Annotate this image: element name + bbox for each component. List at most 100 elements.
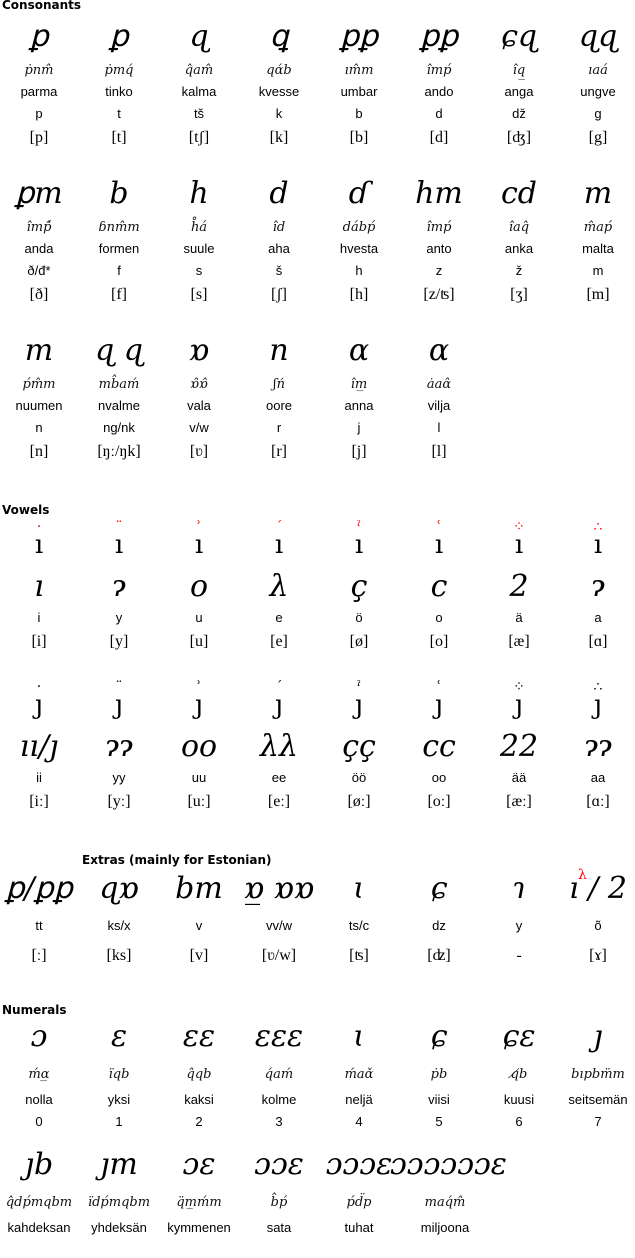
latin-letter: m bbox=[592, 263, 604, 278]
tengwa-nwalme-icon: ɋ ɋ bbox=[95, 333, 143, 368]
tengwar-name: ḿɑ̲ bbox=[28, 1067, 50, 1082]
ipa-value: [tʃ] bbox=[188, 129, 210, 146]
extra-cell: ꝑ/ꝑꝑ tt [ː] bbox=[0, 872, 79, 974]
consonant-cell: m m̂aṕ malta m [m] bbox=[558, 177, 635, 313]
tengwar-name: dábṕ bbox=[342, 220, 376, 235]
ipa-value: [i] bbox=[31, 633, 47, 650]
numeral-cell: ɛɛ q̂qb kaksi 2 bbox=[159, 1020, 239, 1134]
letter-name: vala bbox=[187, 398, 211, 413]
ipa-value: [k] bbox=[269, 129, 289, 146]
tengwa-otilde-icon: ı / 2 bbox=[569, 871, 627, 906]
letter-name: nuumen bbox=[15, 398, 63, 413]
vowel-glyph-icon: o bbox=[189, 569, 209, 604]
latin-letter: ng/nk bbox=[103, 420, 135, 435]
vowel-cell: ⁘ ȷ 22 ää [æː] bbox=[479, 680, 559, 820]
doubling-bar-icon: ꝑ/ꝑꝑ bbox=[5, 871, 73, 906]
letter-name: ungve bbox=[580, 84, 616, 99]
latin-letter: k bbox=[275, 106, 283, 121]
ipa-value: [ø] bbox=[349, 633, 369, 650]
letter-name: dz bbox=[432, 918, 446, 933]
numeral-cell: ɩ ḿaɑ̌ neljä 4 bbox=[319, 1020, 399, 1134]
letter-name: umbar bbox=[340, 84, 378, 99]
tengwa-v-icon: bm bbox=[175, 871, 223, 906]
letter-name: vilja bbox=[427, 398, 451, 413]
letter-name: ks/x bbox=[107, 918, 131, 933]
vowel-glyph-icon: ɂɂ bbox=[105, 729, 133, 764]
latin-letter: g bbox=[594, 106, 602, 121]
ipa-value: [ʒ] bbox=[510, 286, 528, 303]
vowel-letter: y bbox=[115, 610, 123, 625]
vowel-glyph-icon: 2 bbox=[509, 569, 529, 604]
ipa-value: [ʋ] bbox=[189, 443, 209, 460]
extra-cell: ɒ̲ ɒɒ vv/w [ʋ/w] bbox=[239, 872, 319, 974]
tengwar-name: maq́m̂ bbox=[424, 1195, 466, 1210]
latin-letter: f bbox=[117, 263, 121, 278]
letter-name: oore bbox=[265, 398, 293, 413]
tengwar-name: ım̂m bbox=[344, 63, 374, 78]
ipa-value: [æː] bbox=[506, 793, 532, 810]
consonant-cell: ɕɋ îq̲ anga dž [ʤ] bbox=[479, 20, 559, 156]
letter-name: tinko bbox=[105, 84, 133, 99]
numeral-cell: ɔ ḿɑ̲ nolla 0 bbox=[0, 1020, 79, 1134]
tengwar-name: q̂am̂ bbox=[184, 63, 214, 78]
tehta-icon: λ bbox=[578, 867, 587, 883]
tengwa-ando-icon: ꝑꝑ bbox=[419, 19, 459, 54]
tengwar-name: b̂ṕ bbox=[270, 1195, 288, 1210]
letter-name: anga bbox=[504, 84, 534, 99]
vowel-letter: ii bbox=[36, 770, 42, 785]
vowel-letter: ää bbox=[511, 770, 527, 785]
ipa-value: [y] bbox=[109, 633, 129, 650]
ipa-value: [f] bbox=[111, 286, 127, 303]
consonant-cell: h h̊á suule s [s] bbox=[159, 177, 239, 313]
number-name: kolme bbox=[261, 1092, 297, 1107]
numeral-cell: ɛɛɛ q́aḿ kolme 3 bbox=[239, 1020, 319, 1134]
carrier-icon: ı bbox=[114, 530, 124, 560]
vowel-letter: u bbox=[195, 610, 203, 625]
ipa-value: [h] bbox=[349, 286, 369, 303]
ipa-value: [ʃ] bbox=[271, 286, 287, 303]
number-value: 2 bbox=[195, 1114, 203, 1129]
ipa-value: [ɑː] bbox=[586, 793, 610, 810]
number-name: seitsemän bbox=[568, 1092, 628, 1107]
latin-letter: ð/đ* bbox=[27, 263, 51, 278]
tengwa-aha-icon: d bbox=[269, 176, 289, 211]
vowel-cell: ¨ ı ɂ y [y] bbox=[79, 520, 159, 660]
ipa-value: [iː] bbox=[29, 793, 49, 810]
number-name: yksi bbox=[107, 1092, 131, 1107]
vowel-glyph-icon: ç bbox=[350, 569, 368, 604]
ipa-value: [ð] bbox=[29, 286, 49, 303]
carrier-icon: ı bbox=[34, 530, 44, 560]
latin-letter: h bbox=[355, 263, 363, 278]
vowel-cell: ∴ ȷ ɂɂ aa [ɑː] bbox=[558, 680, 635, 820]
extra-cell: λı / 2 õ [ɤ] bbox=[558, 868, 635, 974]
carrier-icon: ı bbox=[354, 530, 364, 560]
carrier-icon: ȷ bbox=[354, 690, 364, 720]
numeral-cell: ȷm ïdṕmqbm yhdeksän bbox=[79, 1148, 159, 1240]
ipa-value: [ʋ/w] bbox=[261, 947, 297, 964]
number-value: 6 bbox=[515, 1114, 523, 1129]
consonant-cell: d îd aha š [ʃ] bbox=[239, 177, 319, 313]
tengwar-name: bıpbm̈m bbox=[571, 1067, 625, 1082]
letter-name: v bbox=[195, 918, 203, 933]
vowel-letter: oo bbox=[431, 770, 447, 785]
numeral-million-icon: ɔɔɔɔɔɔɛ bbox=[390, 1147, 507, 1182]
ipa-value: [p] bbox=[29, 129, 49, 146]
numeral-cell: ɔɔɛ b̂ṕ sata bbox=[239, 1148, 319, 1240]
numeral-2-icon: ɛɛ bbox=[182, 1019, 216, 1054]
carrier-icon: ȷ bbox=[194, 690, 204, 720]
vowel-letter: yy bbox=[112, 770, 126, 785]
vowel-glyph-icon: cc bbox=[422, 729, 456, 764]
vowel-letter: e bbox=[275, 610, 283, 625]
consonant-cell: ꝑꝑ îmṕ ando d [d] bbox=[399, 20, 479, 156]
carrier-icon: ȷ bbox=[274, 690, 284, 720]
tengwar-name: ḿaɑ̌ bbox=[344, 1067, 374, 1082]
numeral-5-icon: ɕ bbox=[430, 1019, 448, 1054]
consonant-cell: m ṕm̂m nuumen n [n] bbox=[0, 334, 79, 470]
ipa-value: [øː] bbox=[347, 793, 371, 810]
number-name: yhdeksän bbox=[91, 1220, 147, 1235]
consonant-cell: ꝑm îmṕ̂ anda ð/đ* [ð] bbox=[0, 177, 79, 313]
numeral-cell: ɔɛ q̈m̲ḿm kymmenen bbox=[159, 1148, 239, 1240]
tengwar-name: ṗmq́ bbox=[104, 63, 134, 78]
numeral-0-icon: ɔ bbox=[30, 1019, 48, 1054]
tengwa-hwesta-icon: ɗ bbox=[348, 176, 370, 211]
